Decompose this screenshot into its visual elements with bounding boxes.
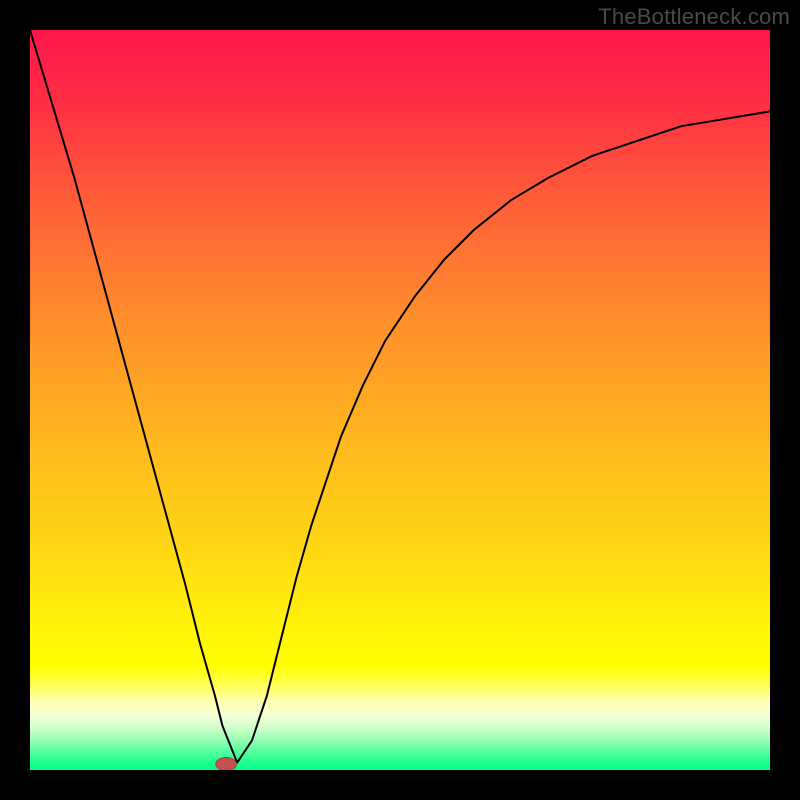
bottleneck-plot <box>30 30 770 770</box>
gradient-background <box>30 30 770 770</box>
chart-frame: TheBottleneck.com <box>0 0 800 800</box>
site-watermark: TheBottleneck.com <box>598 4 790 30</box>
minimum-marker <box>216 757 237 770</box>
